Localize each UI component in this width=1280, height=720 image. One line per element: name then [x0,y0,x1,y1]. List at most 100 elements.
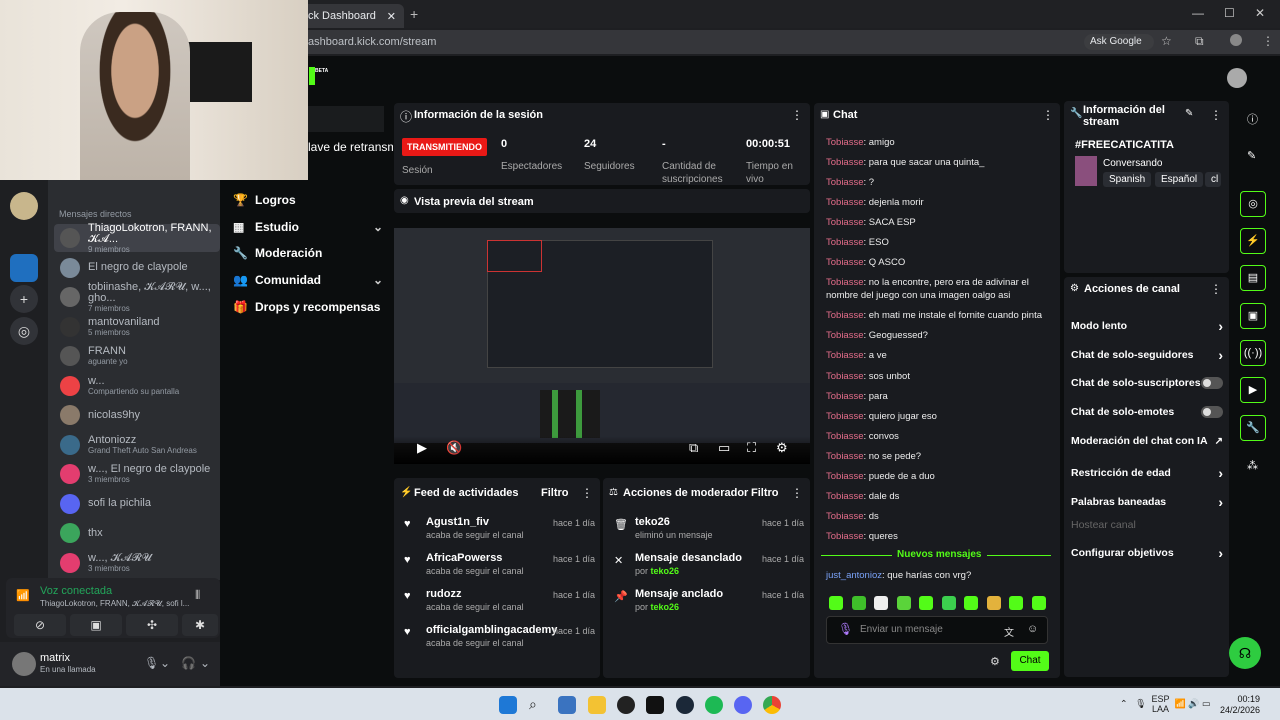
dm-item[interactable]: tobiinashe, 𝓚𝓐𝓡𝓤, w..., gho... 7 miembros [54,281,220,313]
store-icon[interactable] [558,696,576,714]
feed-user[interactable]: Agust1n_fiv [426,516,489,528]
dm-item[interactable]: El negro de claypole [54,254,220,282]
minimize-icon[interactable]: — [1192,6,1204,20]
video-rail-icon[interactable]: ▶ [1240,377,1266,403]
pip-icon[interactable]: ⧉ [689,440,698,456]
server-icon[interactable] [10,192,38,220]
info-rail-icon[interactable]: ⓘ [1247,111,1258,127]
menu-kebab-icon[interactable]: ⋮ [1262,34,1274,48]
camera-rail-icon[interactable]: ◎ [1240,191,1266,217]
translate-icon[interactable]: 文 [1004,624,1014,639]
chat-user[interactable]: Tobiasse [826,511,864,522]
chat-user[interactable]: Tobiasse [826,491,864,502]
chat-user[interactable]: Tobiasse [826,137,864,148]
feed-user[interactable]: AfricaPowerss [426,552,502,564]
app-icon[interactable] [617,696,635,714]
dm-item[interactable]: thx [54,519,220,547]
emote[interactable] [874,596,888,610]
mod-menu-icon[interactable]: ⋮ [791,486,803,500]
broadcast-rail-icon[interactable]: ((·)) [1240,340,1266,366]
chevron-right-icon[interactable]: › [1218,494,1223,510]
chat-menu-icon[interactable]: ⋮ [1042,108,1054,122]
channel-action[interactable]: Moderación del chat con IA ↗ [1071,435,1223,447]
chat-user[interactable]: Tobiasse [826,277,864,288]
chat-user[interactable]: Tobiasse [826,471,864,482]
channel-action[interactable]: Hostear canal [1071,519,1223,531]
close-tab-icon[interactable]: ✕ [387,10,396,23]
bolt-rail-icon[interactable]: ⚡ [1240,228,1266,254]
feed-menu-icon[interactable]: ⋮ [581,486,593,500]
nav-item[interactable]: 🎁 Drops y recompensas [233,300,383,314]
chat-user[interactable]: Tobiasse [826,177,864,188]
chat-user[interactable]: Tobiasse [826,237,864,248]
extensions-icon[interactable]: ⧉ [1195,34,1204,49]
nav-item[interactable]: 🏆 Logros [233,193,383,207]
mute-icon[interactable]: 🔇 [446,440,462,456]
chat-user[interactable]: Tobiasse [826,197,864,208]
category-thumbnail[interactable] [1075,156,1097,186]
edit-pencil-icon[interactable]: ✎ [1185,108,1193,119]
chat-user[interactable]: Tobiasse [826,391,864,402]
nav-item[interactable]: ▦ Estudio ⌄ [233,220,383,234]
microphone-icon[interactable]: 🎙 [838,622,853,636]
nav-item-active[interactable] [308,106,384,132]
tools-rail-icon[interactable]: 🔧 [1240,415,1266,441]
mod-action[interactable]: Mensaje anclado [635,588,723,600]
language-indicator[interactable]: ESP LAA [1152,694,1170,714]
clock[interactable]: 00:19 24/2/2026 [1220,694,1260,716]
chat-user[interactable]: Tobiasse [826,217,864,228]
url-text[interactable]: ashboard.kick.com/stream [308,36,436,48]
emote[interactable] [1031,596,1046,610]
channel-action[interactable]: Chat de solo-suscriptores [1071,377,1223,389]
dm-item[interactable]: w... Compartiendo su pantalla [54,372,220,400]
stream-tag[interactable]: Spanish [1103,172,1152,187]
chat-user[interactable]: Tobiasse [826,310,864,321]
user-avatar[interactable] [12,652,36,676]
toggle-switch[interactable] [1201,406,1223,418]
play-icon[interactable]: ▶ [417,440,427,456]
external-link-icon[interactable]: ↗ [1215,436,1223,447]
chat-rail-icon[interactable]: ▣ [1240,303,1266,329]
pencil-rail-icon[interactable]: ✎ [1247,149,1256,162]
chat-user[interactable]: Tobiasse [826,411,864,422]
folder-icon[interactable] [588,696,606,714]
stream-tag[interactable]: cl [1205,172,1221,187]
fullscreen-icon[interactable]: ⛶ [747,440,756,456]
mod-action[interactable]: Mensaje desanclado [635,552,742,564]
emote[interactable] [964,596,978,610]
dm-item[interactable]: sofi la pichila [54,490,220,518]
session-menu-icon[interactable]: ⋮ [791,108,803,122]
headphones-icon[interactable]: 🎧 [181,656,196,670]
actions-menu-icon[interactable]: ⋮ [1210,282,1222,296]
chevron-right-icon[interactable]: › [1218,545,1223,561]
feed-filter-button[interactable]: Filtro [541,487,569,499]
emote[interactable] [919,596,933,610]
emoji-icon[interactable]: ☺ [1027,623,1038,635]
new-messages-label[interactable]: Nuevos mensajes [892,549,987,560]
chat-user[interactable]: Tobiasse [826,157,864,168]
explore-icon[interactable]: ◎ [10,317,38,345]
chat-send-button[interactable]: Chat [1011,651,1049,671]
activities-button[interactable]: ✣ [126,614,178,636]
emote[interactable] [829,596,843,610]
chat-user[interactable]: Tobiasse [826,350,864,361]
dm-item[interactable]: FRANN aguante yo [54,342,220,370]
steam-icon[interactable] [676,696,694,714]
channel-action[interactable]: Palabras baneadas › [1071,494,1223,510]
chat-settings-icon[interactable]: ⚙ [990,655,1000,668]
chat-user[interactable]: Tobiasse [826,451,864,462]
help-chat-button[interactable]: ☊ [1229,637,1261,669]
widgets-rail-icon[interactable]: ⁂ [1247,459,1258,472]
dm-item[interactable]: nicolas9hy [54,401,220,429]
chevron-right-icon[interactable]: › [1218,465,1223,481]
tray-chevron-icon[interactable]: ⌃ [1120,698,1128,708]
dm-item[interactable]: ThiagoLokotron, FRANN, 𝓚𝓐... 9 miembros [54,222,220,254]
bookmark-star-icon[interactable]: ☆ [1161,34,1172,48]
system-tray[interactable]: ⌃ 🎙 ESP LAA 📶 🔊 ▭ [1120,694,1211,714]
wifi-icon[interactable]: 📶 [1175,698,1186,708]
toggle-switch[interactable] [1201,377,1223,389]
browser-tab[interactable]: ck Dashboard ✕ [300,4,404,28]
channel-action[interactable]: Restricción de edad › [1071,465,1223,481]
chevron-down-icon[interactable]: ⌄ [373,220,383,234]
mod-action[interactable]: teko26 [635,516,670,528]
